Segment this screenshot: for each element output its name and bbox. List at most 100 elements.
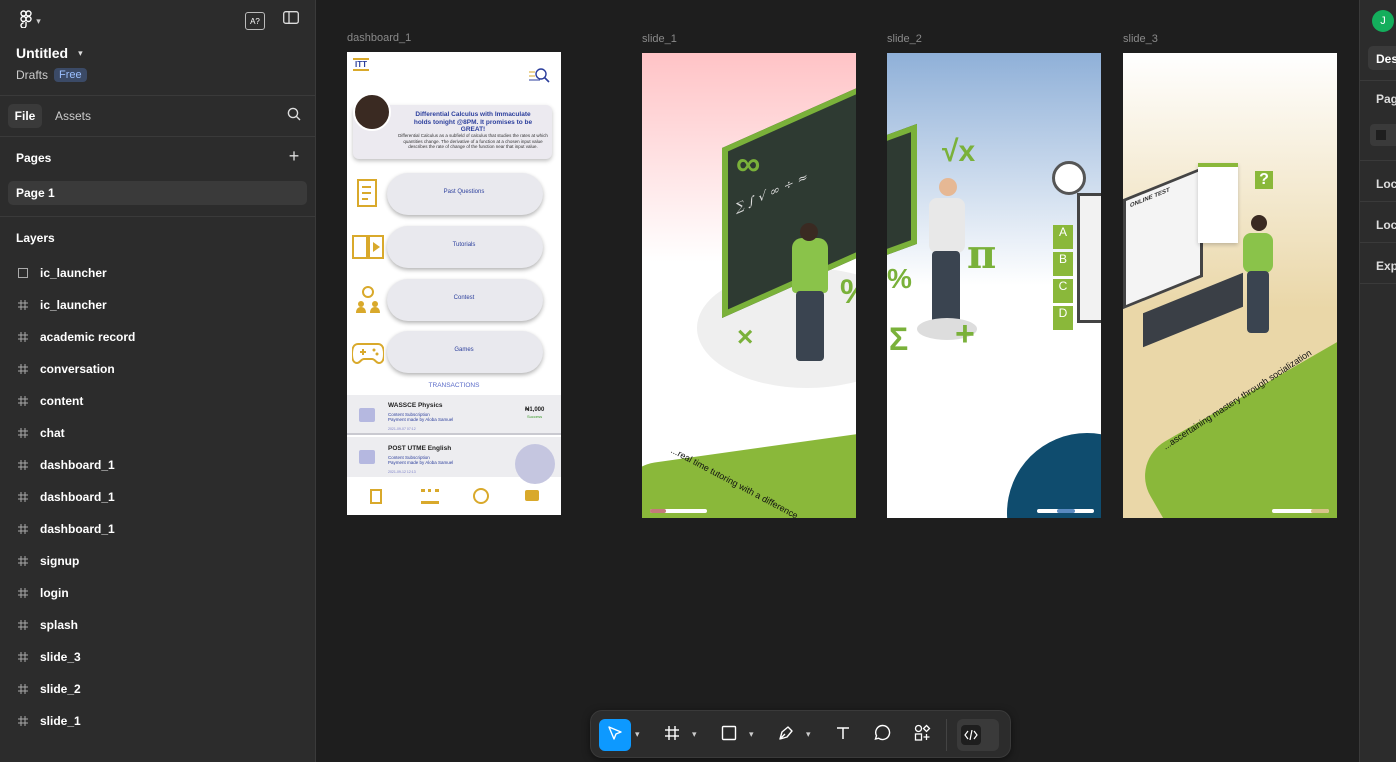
menu-label: Past Questions xyxy=(443,189,485,195)
chevron-down-icon[interactable]: ▾ xyxy=(749,729,757,739)
page-color-field[interactable] xyxy=(1370,124,1396,146)
frame-icon xyxy=(0,330,40,345)
chevron-down-icon[interactable]: ▾ xyxy=(806,729,814,739)
menu-games[interactable]: Games xyxy=(387,331,543,373)
layer-label: signup xyxy=(40,554,80,568)
percent-symbol: % xyxy=(840,273,856,312)
pen-tool-button[interactable] xyxy=(770,719,802,751)
tab-design[interactable]: Design xyxy=(1368,46,1396,70)
toggle-sidebar-button[interactable] xyxy=(282,11,300,28)
figma-logo-icon xyxy=(19,9,33,33)
student-legs xyxy=(1247,271,1269,333)
tab-file-label: File xyxy=(14,109,36,123)
layer-item[interactable]: signup xyxy=(0,545,316,577)
nav-profile-icon[interactable] xyxy=(473,488,489,504)
transaction-amount: ₦1,000 xyxy=(525,407,545,413)
layer-item[interactable]: content xyxy=(0,385,316,417)
menu-tutorials[interactable]: Tutorials xyxy=(387,226,543,268)
section-local-variables[interactable]: Local variables xyxy=(1376,177,1396,191)
layer-item[interactable]: slide_1 xyxy=(0,705,316,737)
layer-label: dashboard_1 xyxy=(40,458,115,472)
layer-item[interactable]: slide_2 xyxy=(0,673,316,705)
nav-records-icon[interactable] xyxy=(370,489,382,504)
transaction-row[interactable]: WASSCE Physics Content Subscription Paym… xyxy=(347,395,561,435)
pages-heading: Pages xyxy=(16,151,52,165)
frame-label-dashboard[interactable]: dashboard_1 xyxy=(347,32,411,44)
frame-slide-1[interactable]: ∑ ∫ √ ∞ ÷ ≈ ∞ × % ...real time tutoring … xyxy=(642,53,856,518)
layer-item[interactable]: dashboard_1 xyxy=(0,513,316,545)
section-local-styles[interactable]: Local styles xyxy=(1376,218,1396,232)
layer-item[interactable]: chat xyxy=(0,417,316,449)
actions-tool-button[interactable] xyxy=(906,719,938,751)
transaction-desc: Payment made by Aloba Samuel xyxy=(388,460,454,465)
layer-item[interactable]: dashboard_1 xyxy=(0,449,316,481)
font-check-button[interactable]: A? xyxy=(245,12,265,30)
layer-label: splash xyxy=(40,618,79,632)
dev-mode-toggle[interactable] xyxy=(957,719,999,751)
tab-assets[interactable]: Assets xyxy=(55,104,91,128)
frame-label-slide-3[interactable]: slide_3 xyxy=(1123,33,1158,45)
menu-past-questions[interactable]: Past Questions xyxy=(387,173,543,215)
avatar[interactable]: J xyxy=(1372,10,1394,32)
chevron-down-icon[interactable]: ▾ xyxy=(635,729,643,739)
transaction-row[interactable]: POST UTME English Content Subscription P… xyxy=(347,437,561,484)
frame-slide-2[interactable]: √x π % Σ + A B C D xyxy=(887,53,1101,518)
layer-label: chat xyxy=(40,426,65,440)
main-menu-button[interactable]: ▾ xyxy=(14,9,46,33)
left-sidebar: ▾ A? Untitled ▾ Drafts Free File Assets … xyxy=(0,0,316,762)
frame-icon xyxy=(0,490,40,505)
frame-label-slide-1[interactable]: slide_1 xyxy=(642,33,677,45)
transaction-status: Success xyxy=(527,414,543,419)
chevron-down-icon: ▾ xyxy=(36,15,41,26)
divider xyxy=(0,216,316,217)
video-icon xyxy=(359,450,375,464)
frame-dashboard[interactable]: ITT Differential Calculus with Immaculat… xyxy=(347,52,561,515)
frame-icon xyxy=(664,725,680,746)
section-page[interactable]: Page xyxy=(1376,92,1396,106)
layer-item[interactable]: academic record xyxy=(0,321,316,353)
transaction-title: WASSCE Physics xyxy=(388,402,443,409)
announcement-card[interactable]: Differential Calculus with Immaculate ho… xyxy=(353,93,552,159)
section-export[interactable]: Export xyxy=(1376,259,1396,273)
comment-tool-button[interactable] xyxy=(866,719,898,751)
pen-icon xyxy=(778,725,794,746)
page-indicator-active xyxy=(1057,509,1075,513)
frame-icon xyxy=(0,362,40,377)
search-button[interactable] xyxy=(285,107,303,125)
frame-slide-3[interactable]: ONLINE TEST ? ...ascertaining mastery th… xyxy=(1123,53,1337,518)
frame-icon xyxy=(0,522,40,537)
file-location[interactable]: Drafts xyxy=(16,68,48,82)
transaction-desc: Payment made by Aloba Samuel xyxy=(388,417,454,422)
add-page-button[interactable]: + xyxy=(285,146,303,166)
file-name-menu[interactable]: Untitled ▾ xyxy=(16,45,83,61)
shape-tool-button[interactable] xyxy=(713,719,745,751)
layer-item[interactable]: conversation xyxy=(0,353,316,385)
text-tool-button[interactable] xyxy=(827,719,859,751)
chevron-down-icon[interactable]: ▾ xyxy=(692,729,700,739)
frame-icon xyxy=(0,298,40,313)
layer-item[interactable]: ic_launcher xyxy=(0,257,316,289)
nav-community-icon[interactable] xyxy=(421,489,439,504)
divider xyxy=(0,95,316,96)
tab-file[interactable]: File xyxy=(8,104,42,128)
floating-action-button[interactable] xyxy=(515,444,555,484)
layer-item[interactable]: login xyxy=(0,577,316,609)
layer-item[interactable]: dashboard_1 xyxy=(0,481,316,513)
screen-title: ONLINE TEST xyxy=(1130,187,1170,210)
layer-item[interactable]: splash xyxy=(0,609,316,641)
transactions-heading: TRANSACTIONS xyxy=(428,382,480,389)
layer-label: conversation xyxy=(40,362,115,376)
frame-tool-button[interactable] xyxy=(656,719,688,751)
layer-item[interactable]: slide_3 xyxy=(0,641,316,673)
menu-contest[interactable]: Contest xyxy=(387,279,543,321)
move-tool-button[interactable] xyxy=(599,719,631,751)
text-icon xyxy=(835,725,851,746)
frame-label-slide-2[interactable]: slide_2 xyxy=(887,33,922,45)
file-name[interactable]: Untitled xyxy=(16,45,68,61)
page-item-page-1[interactable]: Page 1 xyxy=(8,181,307,205)
nav-chat-icon[interactable] xyxy=(525,490,539,501)
monitor-illustration: ONLINE TEST xyxy=(1123,166,1203,310)
divider xyxy=(0,136,316,137)
canvas[interactable]: dashboard_1 slide_1 slide_2 slide_3 ITT … xyxy=(316,0,1359,762)
layer-item[interactable]: ic_launcher xyxy=(0,289,316,321)
